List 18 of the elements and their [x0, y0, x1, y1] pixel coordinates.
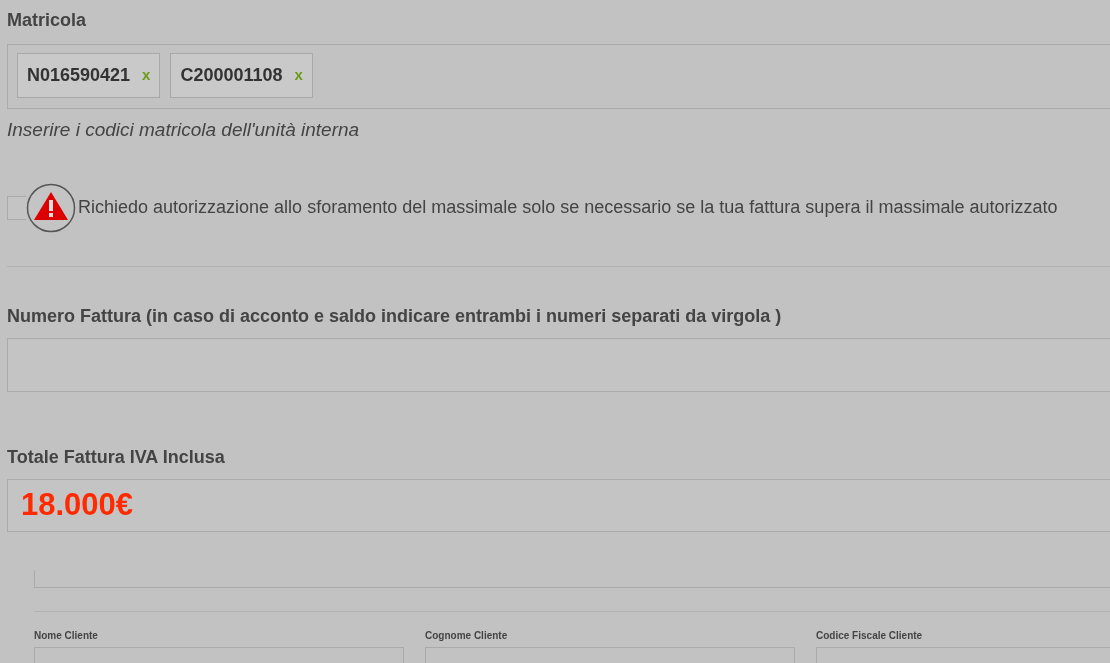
field-label: Matricola [7, 9, 88, 30]
field-label: Cognome Cliente [425, 629, 509, 643]
help-text: Inserire i codici matricola dell'unità interna [7, 118, 360, 142]
field-label: Numero Fattura (in caso di acconto e saldo indicare entrambi i numeri separati da virgola ) [7, 305, 783, 326]
warning-icon [26, 182, 76, 233]
tag-input-field[interactable]: N016590421 x C200001108 x [7, 44, 1110, 109]
field-label: Nome Cliente [34, 629, 99, 643]
field-label: Codice Fiscale Cliente [816, 629, 924, 643]
remove-tag-button[interactable]: x [294, 64, 303, 87]
field-label: Totale Fattura IVA Inclusa [7, 446, 226, 467]
text-input-field[interactable] [7, 337, 1110, 392]
amount-field[interactable]: 18.000€ [7, 478, 1110, 532]
text-input-field[interactable] [34, 570, 1110, 588]
tag-text: C200001108 [180, 64, 283, 87]
checkbox-label: Richiedo autorizzazione allo sforamento del massimale solo se necessario se la tua fattura supera il massimale autorizzato [78, 196, 1058, 219]
checkbox[interactable] [7, 195, 26, 220]
remove-tag-button[interactable]: x [142, 64, 151, 87]
tag-text: N016590421 [27, 64, 131, 87]
